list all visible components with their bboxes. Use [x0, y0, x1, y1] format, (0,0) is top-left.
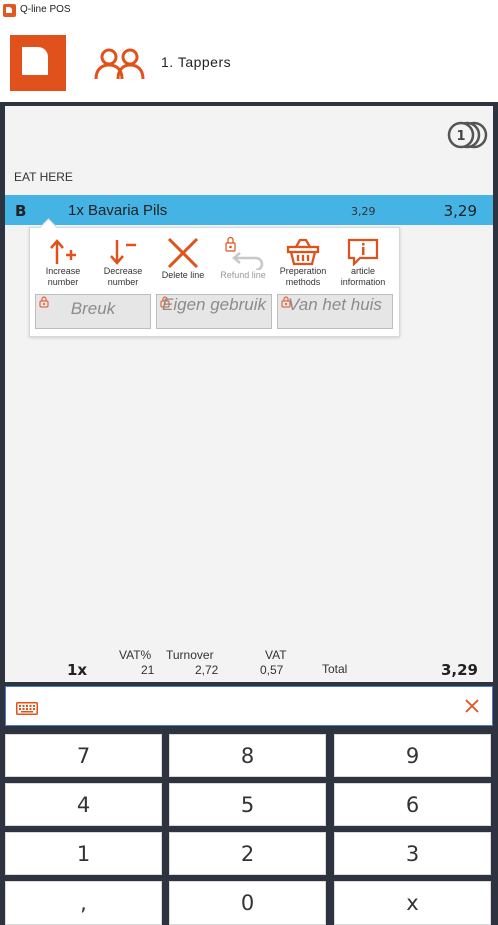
- keypad-key-3[interactable]: 3: [334, 832, 491, 875]
- option-breuk-label: Breuk: [70, 299, 116, 318]
- refund-icon: [225, 236, 264, 270]
- increase-icon: [50, 239, 76, 264]
- line-unit-price: 3,29: [351, 205, 376, 218]
- app-icon: [3, 4, 16, 17]
- section-label: EAT HERE: [14, 170, 73, 184]
- svg-text:1: 1: [456, 129, 465, 144]
- keypad-key-2[interactable]: 2: [169, 832, 326, 875]
- table-label[interactable]: 1. Tappers: [161, 54, 231, 70]
- option-eigen-gebruik-label: Eigen gebruik: [162, 295, 266, 314]
- pos-header: 1. Tappers: [0, 22, 498, 102]
- users-icon[interactable]: [93, 47, 147, 85]
- totals-bar: 1x VAT% 21 Turnover 2,72 VAT 0,57 Total …: [5, 645, 493, 682]
- delete-line-label: Delete line: [161, 270, 205, 280]
- line-description: 1x Bavaria Pils: [68, 202, 168, 219]
- vat-value: 0,57: [260, 663, 284, 677]
- course-badge: B: [15, 202, 27, 220]
- increase-number-button[interactable]: Increase number: [33, 232, 93, 294]
- decrease-icon: [110, 240, 136, 265]
- article-information-button[interactable]: article information: [333, 232, 393, 294]
- total-label: Total: [322, 662, 348, 676]
- keypad-key-7[interactable]: 7: [5, 734, 162, 777]
- keypad-key-1[interactable]: 1: [5, 832, 162, 875]
- option-van-het-huis-button[interactable]: Van het huis: [277, 294, 393, 329]
- delete-line-button[interactable]: Delete line: [153, 232, 213, 294]
- preparation-methods-label: Preperation methods: [279, 266, 327, 287]
- turnover-header: Turnover: [166, 648, 214, 662]
- grand-total: 3,29: [440, 661, 478, 679]
- window-title: Q-line POS: [20, 4, 71, 15]
- item-count: 1x: [67, 661, 88, 679]
- qline-logo[interactable]: [10, 35, 66, 91]
- keypad-key-multiply[interactable]: x: [334, 881, 491, 925]
- decrease-number-label: Decrease number: [103, 266, 143, 287]
- keypad-key-comma[interactable]: ,: [5, 881, 162, 925]
- order-line[interactable]: B 1x Bavaria Pils 3,29 3,29: [5, 195, 493, 225]
- keypad-key-6[interactable]: 6: [334, 783, 491, 826]
- option-breuk-button[interactable]: Breuk: [35, 294, 151, 329]
- window-titlebar: Q-line POS: [0, 0, 498, 23]
- vat-percent-value: 21: [141, 663, 155, 677]
- decrease-number-button[interactable]: Decrease number: [93, 232, 153, 294]
- refund-line-label: Refund line: [220, 270, 266, 280]
- vat-percent-header: VAT%: [119, 648, 152, 662]
- refund-line-button[interactable]: Refund line: [213, 232, 273, 294]
- keypad-key-8[interactable]: 8: [169, 734, 326, 777]
- delete-icon: [167, 237, 199, 269]
- keypad-key-4[interactable]: 4: [5, 783, 162, 826]
- increase-number-label: Increase number: [45, 266, 81, 287]
- keypad-key-0[interactable]: 0: [169, 881, 326, 925]
- keyboard-icon[interactable]: [16, 700, 38, 719]
- option-eigen-gebruik-button[interactable]: Eigen gebruik: [156, 294, 272, 329]
- coins-icon[interactable]: 1: [446, 120, 488, 154]
- vat-header: VAT: [265, 648, 287, 662]
- turnover-value: 2,72: [195, 663, 219, 677]
- order-panel: [5, 106, 493, 682]
- line-action-popup: Increase number Decrease number Delete l…: [29, 218, 400, 337]
- basket-icon: [286, 238, 320, 266]
- line-total: 3,29: [443, 202, 477, 220]
- option-van-het-huis-label: Van het huis: [288, 295, 382, 314]
- info-icon: [347, 238, 379, 266]
- preparation-methods-button[interactable]: Preperation methods: [273, 232, 333, 294]
- keypad-key-9[interactable]: 9: [334, 734, 491, 777]
- article-information-label: article information: [340, 266, 386, 287]
- keypad-key-5[interactable]: 5: [169, 783, 326, 826]
- input-bar[interactable]: [5, 686, 493, 726]
- clear-input-icon[interactable]: [464, 698, 480, 718]
